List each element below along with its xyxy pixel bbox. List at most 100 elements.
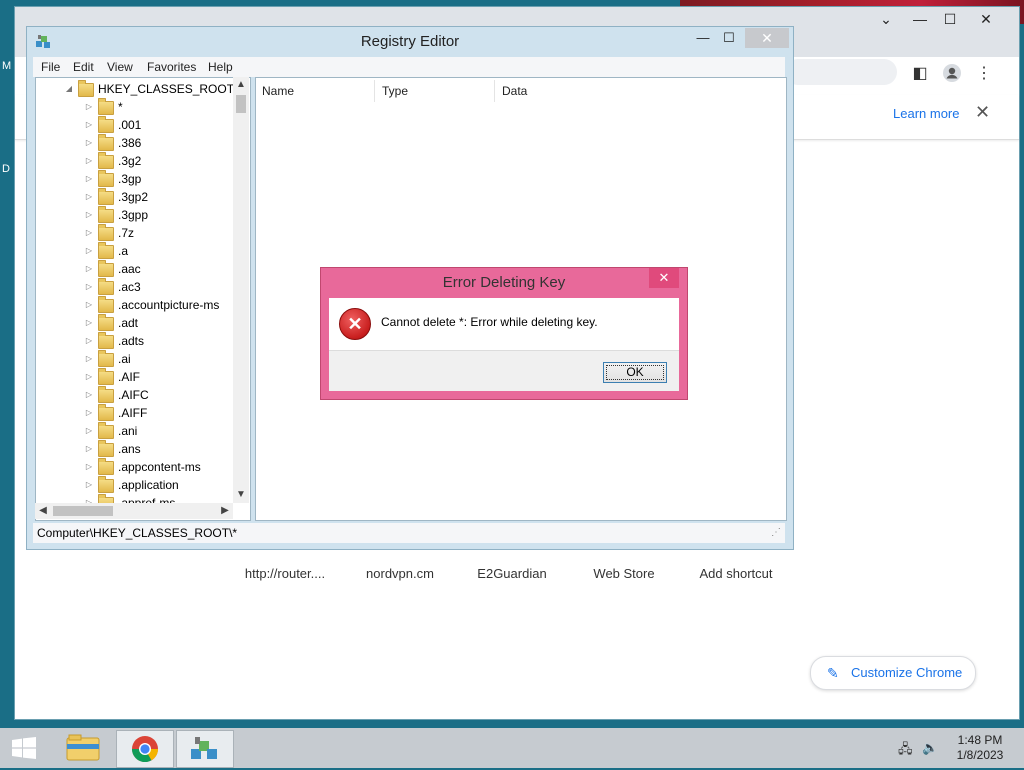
close-button[interactable]: ✕ bbox=[971, 11, 1001, 31]
tree-item[interactable]: ▷ .ani bbox=[84, 422, 244, 440]
maximize-button[interactable]: ☐ bbox=[935, 11, 965, 31]
tree-root-item[interactable]: ◢ HKEY_CLASSES_ROOT bbox=[64, 80, 244, 98]
tree-item[interactable]: ▷ .3gp bbox=[84, 170, 244, 188]
tree-item[interactable]: ▷ .application bbox=[84, 476, 244, 494]
menu-view[interactable]: View bbox=[107, 60, 133, 74]
tree-item-label: .3g2 bbox=[118, 154, 142, 168]
tree-horizontal-scrollbar[interactable]: ◀ ▶ bbox=[35, 503, 233, 519]
scroll-left-icon[interactable]: ◀ bbox=[35, 503, 51, 519]
expand-icon[interactable]: ▷ bbox=[84, 98, 94, 116]
folder-icon bbox=[98, 170, 114, 187]
learn-more-link[interactable]: Learn more bbox=[893, 106, 959, 121]
add-shortcut-tile[interactable]: Add shortcut bbox=[686, 566, 786, 581]
minimize-button[interactable]: — bbox=[905, 11, 935, 31]
shortcut-tile[interactable]: Web Store bbox=[574, 566, 674, 581]
expand-icon[interactable]: ▷ bbox=[84, 188, 94, 206]
column-divider[interactable] bbox=[374, 80, 375, 102]
expand-icon[interactable]: ▷ bbox=[84, 170, 94, 188]
menu-file[interactable]: File bbox=[41, 60, 60, 74]
scroll-thumb[interactable] bbox=[236, 95, 246, 113]
tree-item[interactable]: ▷ .386 bbox=[84, 134, 244, 152]
expand-icon[interactable]: ▷ bbox=[84, 422, 94, 440]
tree-item[interactable]: ▷ .AIFC bbox=[84, 386, 244, 404]
dialog-close-button[interactable]: ✕ bbox=[649, 268, 679, 288]
expand-icon[interactable]: ▷ bbox=[84, 296, 94, 314]
close-button[interactable]: ✕ bbox=[745, 28, 789, 48]
more-menu-icon[interactable]: ⋮ bbox=[973, 63, 995, 85]
network-icon[interactable]: 🖧 bbox=[898, 740, 913, 762]
address-bar[interactable] bbox=[785, 59, 897, 85]
scroll-down-icon[interactable]: ▼ bbox=[233, 487, 249, 503]
expand-icon[interactable]: ▷ bbox=[84, 278, 94, 296]
tree-item[interactable]: ▷ .ai bbox=[84, 350, 244, 368]
tree-item[interactable]: ▷ .ac3 bbox=[84, 278, 244, 296]
collapse-icon[interactable]: ◢ bbox=[64, 80, 74, 98]
error-dialog: Error Deleting Key ✕ ✕ Cannot delete *: … bbox=[320, 267, 688, 400]
minimize-button[interactable]: — bbox=[691, 28, 715, 48]
tree-item[interactable]: ▷ .adts bbox=[84, 332, 244, 350]
expand-icon[interactable]: ▷ bbox=[84, 368, 94, 386]
tree-item[interactable]: ▷ .7z bbox=[84, 224, 244, 242]
expand-icon[interactable]: ▷ bbox=[84, 134, 94, 152]
tree-item[interactable]: ▷ .AIFF bbox=[84, 404, 244, 422]
column-header-type[interactable]: Type bbox=[382, 84, 408, 98]
regedit-taskbar-button[interactable] bbox=[176, 730, 234, 768]
tree-item[interactable]: ▷ .AIF bbox=[84, 368, 244, 386]
tree-item[interactable]: ▷ .001 bbox=[84, 116, 244, 134]
expand-icon[interactable]: ▷ bbox=[84, 404, 94, 422]
ok-button[interactable]: OK bbox=[603, 362, 667, 383]
expand-icon[interactable]: ▷ bbox=[84, 332, 94, 350]
maximize-button[interactable]: ☐ bbox=[717, 28, 741, 48]
shortcut-tile[interactable]: nordvpn.cm bbox=[352, 566, 448, 581]
menu-edit[interactable]: Edit bbox=[73, 60, 94, 74]
volume-icon[interactable]: 🔈 bbox=[922, 740, 938, 756]
expand-icon[interactable]: ▷ bbox=[84, 458, 94, 476]
expand-icon[interactable]: ▷ bbox=[84, 386, 94, 404]
tree-item[interactable]: ▷ * bbox=[84, 98, 244, 116]
shortcut-tile[interactable]: http://router.... bbox=[232, 566, 338, 581]
scroll-up-icon[interactable]: ▲ bbox=[233, 77, 249, 93]
column-divider[interactable] bbox=[494, 80, 495, 102]
tree-item[interactable]: ▷ .a bbox=[84, 242, 244, 260]
tree-item[interactable]: ▷ .aac bbox=[84, 260, 244, 278]
folder-icon bbox=[98, 278, 114, 295]
close-icon[interactable]: ✕ bbox=[975, 102, 990, 123]
file-explorer-taskbar-button[interactable] bbox=[55, 730, 111, 766]
expand-icon[interactable]: ▷ bbox=[84, 206, 94, 224]
tree-item-label: .AIFC bbox=[118, 388, 149, 402]
column-header-name[interactable]: Name bbox=[262, 84, 294, 98]
scroll-thumb[interactable] bbox=[53, 506, 113, 516]
tree-vertical-scrollbar[interactable]: ▲ ▼ bbox=[233, 77, 249, 503]
expand-icon[interactable]: ▷ bbox=[84, 440, 94, 458]
expand-icon[interactable]: ▷ bbox=[84, 116, 94, 134]
tree-item[interactable]: ▷ .accountpicture-ms bbox=[84, 296, 244, 314]
expand-icon[interactable]: ▷ bbox=[84, 242, 94, 260]
tree-item[interactable]: ▷ .ans bbox=[84, 440, 244, 458]
tree-item[interactable]: ▷ .3gpp bbox=[84, 206, 244, 224]
menu-favorites[interactable]: Favorites bbox=[147, 60, 196, 74]
column-header-data[interactable]: Data bbox=[502, 84, 527, 98]
folder-icon bbox=[98, 422, 114, 439]
expand-icon[interactable]: ▷ bbox=[84, 314, 94, 332]
expand-icon[interactable]: ▷ bbox=[84, 260, 94, 278]
shortcut-tile[interactable]: E2Guardian bbox=[462, 566, 562, 581]
menu-help[interactable]: Help bbox=[208, 60, 233, 74]
tree-item[interactable]: ▷ .3g2 bbox=[84, 152, 244, 170]
system-clock[interactable]: 1:48 PM 1/8/2023 bbox=[944, 733, 1016, 763]
tree-item[interactable]: ▷ .3gp2 bbox=[84, 188, 244, 206]
title-bar[interactable]: Registry Editor — ☐ ✕ bbox=[27, 27, 793, 55]
expand-icon[interactable]: ▷ bbox=[84, 152, 94, 170]
tab-search-icon[interactable]: ⌄ bbox=[871, 11, 901, 31]
customize-chrome-button[interactable]: ✎ Customize Chrome bbox=[810, 656, 976, 690]
expand-icon[interactable]: ▷ bbox=[84, 476, 94, 494]
profile-avatar-icon[interactable] bbox=[941, 63, 963, 85]
expand-icon[interactable]: ▷ bbox=[84, 350, 94, 368]
resize-grip-icon[interactable]: ⋰ bbox=[771, 523, 781, 543]
windows-start-icon[interactable] bbox=[12, 737, 36, 759]
scroll-right-icon[interactable]: ▶ bbox=[217, 503, 233, 519]
side-panel-icon[interactable]: ◧ bbox=[909, 63, 931, 85]
expand-icon[interactable]: ▷ bbox=[84, 224, 94, 242]
tree-item[interactable]: ▷ .appcontent-ms bbox=[84, 458, 244, 476]
chrome-taskbar-button[interactable] bbox=[116, 730, 174, 768]
tree-item[interactable]: ▷ .adt bbox=[84, 314, 244, 332]
